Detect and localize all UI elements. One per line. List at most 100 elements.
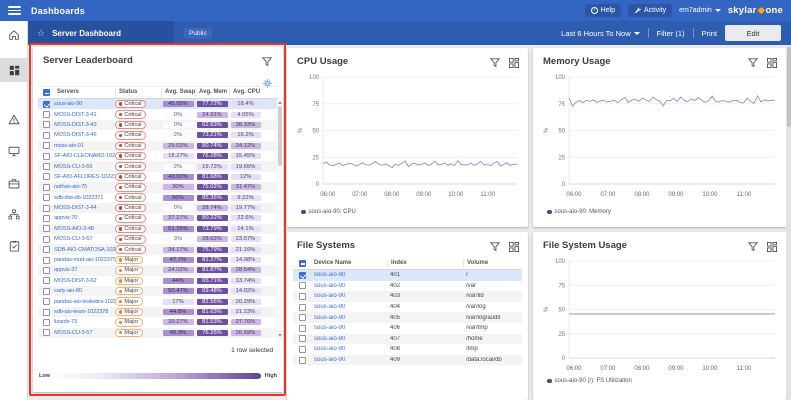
row-checkbox[interactable] (43, 246, 50, 253)
table-row[interactable]: sdb-dist-db-1022371Critical50%85.35%9.22… (38, 193, 278, 203)
table-row[interactable]: MOSS-CU-3-57Major45.3%76.26%26.69% (38, 328, 278, 338)
server-link[interactable]: MOSS-DIST-3-46 (54, 132, 115, 138)
row-checkbox[interactable] (43, 236, 50, 243)
row-checkbox[interactable] (43, 142, 50, 149)
table-row[interactable]: carly-aio-80Major50.47%69.48%14.02% (38, 286, 278, 296)
row-checkbox[interactable] (299, 293, 306, 300)
select-all-checkbox[interactable] (299, 260, 306, 267)
column-header-index[interactable]: Index (387, 259, 463, 268)
filter-funnel-icon[interactable] (262, 54, 272, 72)
device-link[interactable]: sous-aio-90 (311, 346, 387, 352)
server-link[interactable]: lizards-73 (54, 319, 115, 325)
panel-options-grid-icon[interactable] (509, 239, 519, 257)
table-row[interactable]: MOSS-DIST-3-46Critical2%73.21%16.2% (38, 130, 278, 140)
row-checkbox[interactable] (43, 257, 50, 264)
row-checkbox[interactable] (299, 282, 306, 289)
table-row[interactable]: MOSS-CU-3-67Critical3%28.62%23.57% (38, 234, 278, 244)
table-row[interactable]: pandas-aio-testextra-1022377Major17%82.5… (38, 296, 278, 306)
scroll-down-icon[interactable] (278, 334, 282, 337)
user-menu[interactable]: em7admin (679, 7, 721, 14)
server-link[interactable]: appviz-37 (54, 267, 115, 273)
device-link[interactable]: sous-aio-90 (311, 283, 387, 289)
device-link[interactable]: sous-aio-90 (311, 336, 387, 342)
server-link[interactable]: SF-AIO-AFLORES-1022328 (54, 174, 115, 180)
server-link[interactable]: MOSS-CU-3-66 (54, 164, 115, 170)
sidebar-item-home[interactable] (0, 23, 28, 47)
table-row[interactable]: pandas-mud-aio-1022375Major47.7%81.27%14… (38, 255, 278, 265)
row-checkbox[interactable] (43, 101, 50, 108)
column-header-device-name[interactable]: Device Name (311, 259, 387, 268)
row-checkbox[interactable] (43, 215, 50, 222)
row-checkbox[interactable] (43, 111, 50, 118)
table-row[interactable]: sous-aio-90402/var (293, 281, 522, 292)
row-checkbox[interactable] (299, 304, 306, 311)
server-link[interactable]: MOSS-DIST-3-62 (54, 278, 115, 284)
server-link[interactable]: sdb-aio-team-1022378 (54, 309, 115, 315)
sidebar-item-business-services[interactable] (0, 171, 28, 195)
row-checkbox[interactable] (43, 329, 50, 336)
table-row[interactable]: SDB-AIO-CMATOSA-1022327Critical34.17%75.… (38, 244, 278, 254)
row-checkbox[interactable] (43, 277, 50, 284)
row-checkbox[interactable] (43, 298, 50, 305)
row-checkbox[interactable] (43, 121, 50, 128)
column-header-status[interactable]: Status (115, 88, 161, 97)
server-link[interactable]: MOSS-DIST-3-44 (54, 205, 115, 211)
server-link[interactable]: SF-AIO-CLEONARD-1022321 (54, 153, 115, 159)
sidebar-item-automation[interactable] (0, 234, 28, 258)
row-checkbox[interactable] (43, 153, 50, 160)
table-scrollbar[interactable] (277, 99, 283, 339)
table-row[interactable]: SF-AIO-AFLORES-1022328Critical43.02%81.6… (38, 172, 278, 182)
table-row[interactable]: sous-aio-90401/ (293, 270, 522, 281)
page-scrollbar[interactable] (786, 45, 791, 400)
row-checkbox[interactable] (43, 132, 50, 139)
row-checkbox[interactable] (43, 184, 50, 191)
row-checkbox[interactable] (43, 288, 50, 295)
table-row[interactable]: sous-aio-90405/var/log/audit (293, 312, 522, 323)
server-link[interactable]: MOSS-DIST-3-41 (54, 112, 115, 118)
row-checkbox[interactable] (43, 225, 50, 232)
table-row[interactable]: SF-AIO-CLEONARD-1022321Critical18.27%76.… (38, 151, 278, 161)
server-link[interactable]: pandas-mud-aio-1022375 (54, 257, 115, 263)
server-link[interactable]: MOSS-AIO-3-48 (54, 226, 115, 232)
device-link[interactable]: sous-aio-90 (311, 272, 387, 278)
device-link[interactable]: sous-aio-90 (311, 304, 387, 310)
sidebar-item-maps[interactable] (0, 202, 28, 226)
sidebar-item-events[interactable] (0, 107, 28, 131)
hamburger-menu-icon[interactable] (8, 6, 21, 15)
column-header-avg-swap[interactable]: Avg. Swap (161, 88, 195, 97)
sidebar-item-devices[interactable] (0, 139, 28, 163)
column-header-avg-cpu[interactable]: Avg. CPU (229, 88, 262, 97)
column-header-volume[interactable]: Volume (463, 259, 522, 268)
table-row[interactable]: sous-aio-90408/tmp (293, 344, 522, 355)
server-link[interactable]: carly-aio-80 (54, 288, 115, 294)
scroll-up-icon[interactable] (278, 101, 282, 104)
row-checkbox[interactable] (299, 357, 306, 364)
activity-button[interactable]: Activity (628, 4, 672, 17)
table-row[interactable]: MOSS-DIST-3-41Critical0%24.91%4.05% (38, 109, 278, 119)
table-row[interactable]: MOSS-DIST-3-44Critical0%28.74%19.77% (38, 203, 278, 213)
device-link[interactable]: sous-aio-90 (311, 325, 387, 331)
table-row[interactable]: MOSS-AIO-3-48Critical51.35%73.79%14.1% (38, 224, 278, 234)
sidebar-item-dashboards[interactable] (0, 58, 28, 82)
server-link[interactable]: SDB-AIO-CMATOSA-1022327 (54, 247, 115, 253)
row-checkbox[interactable] (43, 205, 50, 212)
row-checkbox[interactable] (299, 346, 306, 353)
filter-button[interactable]: Filter (1) (657, 29, 685, 38)
dashboard-tab[interactable]: ☆ Server Dashboard (28, 21, 174, 45)
server-link[interactable]: sous-aio-90 (54, 101, 115, 107)
table-row[interactable]: sous-aio-90406/var/tmp (293, 323, 522, 334)
print-button[interactable]: Print (702, 29, 717, 38)
row-checkbox[interactable] (43, 194, 50, 201)
server-link[interactable]: sdb-dist-db-1022371 (54, 195, 115, 201)
device-link[interactable]: sous-aio-90 (311, 357, 387, 363)
row-checkbox[interactable] (43, 163, 50, 170)
row-checkbox[interactable] (299, 272, 306, 279)
server-link[interactable]: nathan-aio-75 (54, 184, 115, 190)
table-row[interactable]: MOSS-DIST-3-62Major44%65.71%13.74% (38, 276, 278, 286)
row-checkbox[interactable] (299, 335, 306, 342)
table-row[interactable]: nathan-aio-75Critical30%75.02%31.47% (38, 182, 278, 192)
table-row[interactable]: lizards-73Major39.27%81.53%27.76% (38, 317, 278, 327)
edit-button[interactable]: Edit (725, 25, 781, 41)
server-link[interactable]: appviz-70 (54, 215, 115, 221)
favorite-star-icon[interactable]: ☆ (37, 29, 45, 38)
